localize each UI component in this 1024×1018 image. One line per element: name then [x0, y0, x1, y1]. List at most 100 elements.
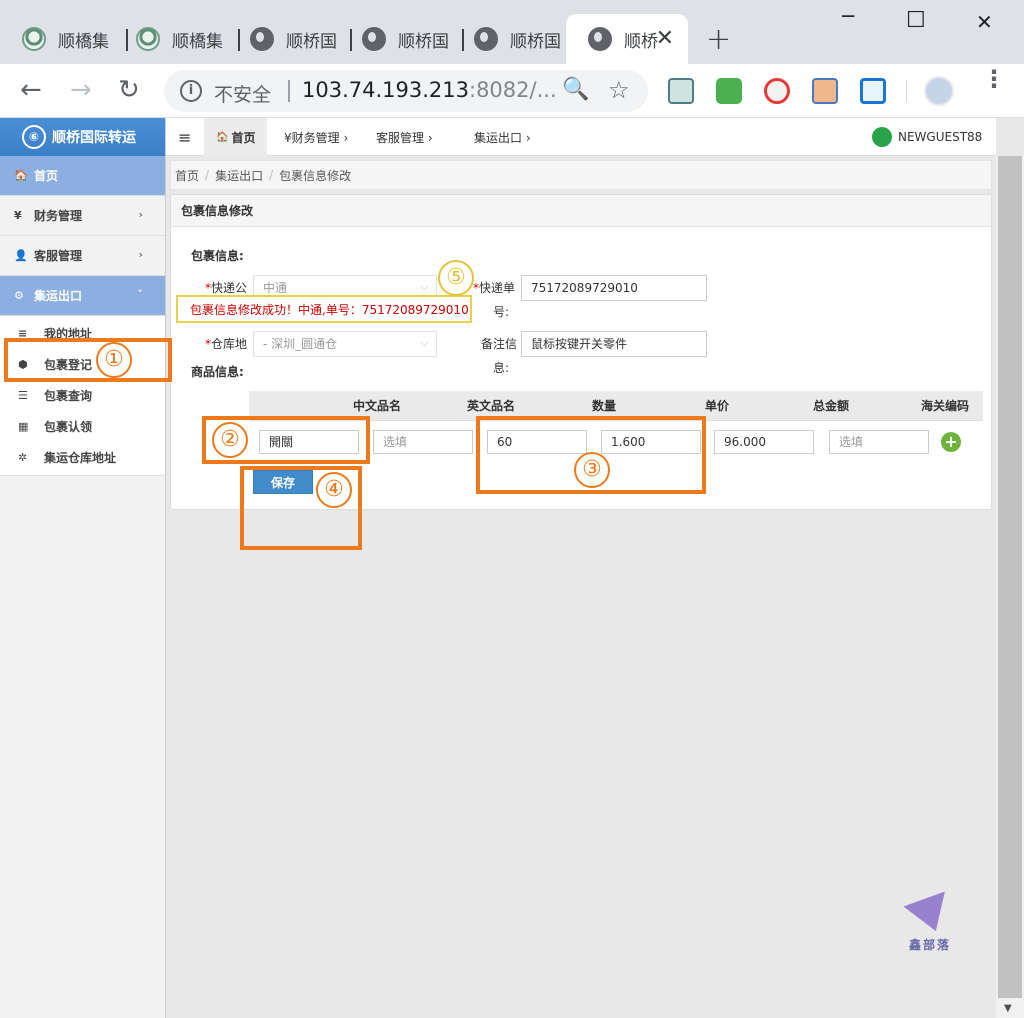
panel-title: 包裹信息修改 [171, 195, 991, 227]
sidebar-subitem-label: 包裹认领 [44, 420, 93, 434]
extension-share-icon[interactable] [860, 78, 886, 104]
brand-logo-icon: ⑥ [22, 125, 46, 149]
sidebar-subitem-package-claim[interactable]: ▦ 包裹认领 [0, 411, 165, 442]
back-button[interactable]: ← [20, 76, 42, 104]
topnav-consolidation-export[interactable]: 集运出口 › [474, 118, 531, 156]
brand-header[interactable]: ⑥ 顺桥国际转运 [0, 118, 165, 156]
sidebar-subitem-warehouse-address[interactable]: ✲ 集运仓库地址 [0, 442, 165, 473]
url-path: :8082/... [469, 78, 557, 102]
bookmark-star-icon[interactable]: ☆ [608, 76, 630, 104]
sidebar-item-label: 客服管理 [34, 249, 83, 263]
browser-tab[interactable]: 顺橋集 [0, 14, 126, 64]
address-bar[interactable]: i 不安全 103.74.193.213:8082/... 🔍 ☆ [164, 70, 648, 112]
watermark-text: 鑫部落 [908, 938, 951, 952]
url-host: 103.74.193.213 [302, 78, 469, 102]
topnav-home-label: 首页 [231, 130, 256, 145]
align-left-icon: ☰ [18, 389, 28, 402]
sidebar-subitem-label: 包裹查询 [44, 389, 93, 403]
globe-icon [362, 27, 386, 51]
tab-title: 顺橋集 [58, 31, 109, 52]
breadcrumb-current: 包裹信息修改 [279, 168, 352, 183]
tab-title: 顺桥国 [510, 31, 561, 52]
sidebar: ⑥ 顺桥国际转运 🏠 首页 ¥ 财务管理 › 👤 客服管理 › ⚙ 集运出口 ˅… [0, 118, 166, 1018]
remark-label: 备注信 [481, 337, 518, 351]
toolbar-divider [906, 80, 907, 102]
brand-name: 顺桥国际转运 [52, 130, 136, 146]
tab-strip: 顺橋集 顺橋集 顺桥国 顺桥国 顺桥国 顺桥 ✕ + ─ ☐ ✕ [0, 0, 1024, 64]
top-navbar: ≡ 🏠 首页 ¥财务管理 › 客服管理 › 集运出口 › NEWGUEST88 [166, 118, 996, 156]
remark-input[interactable]: 鼠标按键开关零件 [521, 331, 707, 357]
username: NEWGUEST88 [898, 130, 983, 144]
sidebar-item-finance[interactable]: ¥ 财务管理 › [0, 196, 165, 236]
close-tab-icon[interactable]: ✕ [656, 26, 674, 51]
url-text[interactable]: 103.74.193.213:8082/... [302, 78, 557, 102]
forward-button[interactable]: → [70, 76, 92, 104]
topnav-customer-service[interactable]: 客服管理 › [376, 118, 433, 156]
sidebar-item-customer-service[interactable]: 👤 客服管理 › [0, 236, 165, 276]
breadcrumb-separator: / [205, 168, 210, 182]
chevron-down-icon: ˅ [137, 288, 144, 301]
close-window-button[interactable]: ✕ [976, 10, 993, 34]
remark-label-suffix: 息: [493, 361, 510, 375]
en-name-input[interactable]: 选填 [373, 430, 473, 454]
tracking-number-input[interactable]: 75172089729010 [521, 275, 707, 301]
cubes-icon: ⚙ [14, 289, 24, 302]
scroll-down-arrow-icon[interactable]: ▼ [1004, 1003, 1012, 1014]
extension-colorful-icon[interactable] [764, 78, 790, 104]
warehouse-select[interactable]: - 深圳_圆通仓 ⌵ [253, 331, 437, 357]
hs-code-input[interactable]: 选填 [829, 430, 929, 454]
breadcrumb-home[interactable]: 首页 [175, 167, 199, 184]
menu-toggle-icon[interactable]: ≡ [178, 118, 191, 156]
home-icon: 🏠 [14, 169, 28, 182]
tab-title: 顺桥 [624, 31, 658, 52]
sidebar-item-label: 财务管理 [34, 209, 83, 223]
browser-menu-icon[interactable]: ⋮ [982, 67, 1006, 91]
topnav-home[interactable]: 🏠 首页 [204, 118, 268, 156]
browser-tab[interactable]: 顺橋集 [114, 14, 238, 64]
watermark-logo: 鑫部落 [900, 891, 960, 953]
sidebar-item-label: 首页 [34, 169, 59, 183]
tracking-label-suffix: 号: [493, 305, 510, 319]
extension-face-icon[interactable] [812, 78, 838, 104]
security-label: 不安全 [214, 84, 272, 106]
sidebar-subitem-label: 集运仓库地址 [44, 451, 117, 465]
topnav-finance[interactable]: ¥财务管理 › [284, 118, 348, 156]
annotation-marker-4: ④ [316, 472, 352, 508]
extension-notes-icon[interactable] [668, 78, 694, 104]
section-package-info: 包裹信息: [191, 249, 244, 263]
section-goods-info: 商品信息: [191, 365, 244, 379]
profile-avatar[interactable] [924, 76, 954, 106]
sidebar-item-consolidation-export[interactable]: ⚙ 集运出口 ˅ [0, 276, 165, 316]
total-amount-input[interactable]: 96.000 [714, 430, 814, 454]
chevron-right-icon: › [138, 248, 143, 261]
annotation-marker-1: ① [96, 342, 132, 378]
tab-title: 顺桥国 [398, 31, 449, 52]
tracking-label: *快递单 [473, 281, 516, 295]
new-tab-button[interactable]: + [706, 22, 731, 57]
page-scrollbar[interactable]: ▼ [996, 156, 1024, 1018]
paper-plane-icon [903, 891, 957, 939]
browser-tab[interactable]: 顺桥国 [340, 14, 460, 64]
scrollbar-thumb[interactable] [998, 156, 1022, 998]
sidebar-item-home[interactable]: 🏠 首页 [0, 156, 165, 196]
zoom-icon[interactable]: 🔍 [562, 77, 589, 102]
minimize-button[interactable]: ─ [842, 4, 854, 28]
globe-icon [474, 27, 498, 51]
column-header: 总金额 [812, 399, 849, 413]
browser-tab-active[interactable]: 顺桥 ✕ [566, 14, 688, 64]
maximize-button[interactable]: ☐ [906, 8, 926, 33]
user-icon: 👤 [14, 249, 28, 262]
browser-tab[interactable]: 顺桥国 [452, 14, 572, 64]
add-row-plus-icon[interactable]: + [941, 432, 961, 452]
column-header: 海关编码 [920, 399, 969, 413]
browser-tab[interactable]: 顺桥国 [228, 14, 348, 64]
tab-title: 顺桥国 [286, 31, 337, 52]
reload-button[interactable]: ↻ [118, 76, 140, 104]
user-menu[interactable]: NEWGUEST88 [872, 118, 982, 156]
extension-mail-icon[interactable] [716, 78, 742, 104]
breadcrumb-export[interactable]: 集运出口 [215, 167, 263, 184]
tab-title: 顺橋集 [172, 31, 223, 52]
sidebar-subitem-package-query[interactable]: ☰ 包裹查询 [0, 380, 165, 411]
omnibox-divider [288, 80, 290, 102]
info-icon[interactable]: i [180, 80, 202, 102]
